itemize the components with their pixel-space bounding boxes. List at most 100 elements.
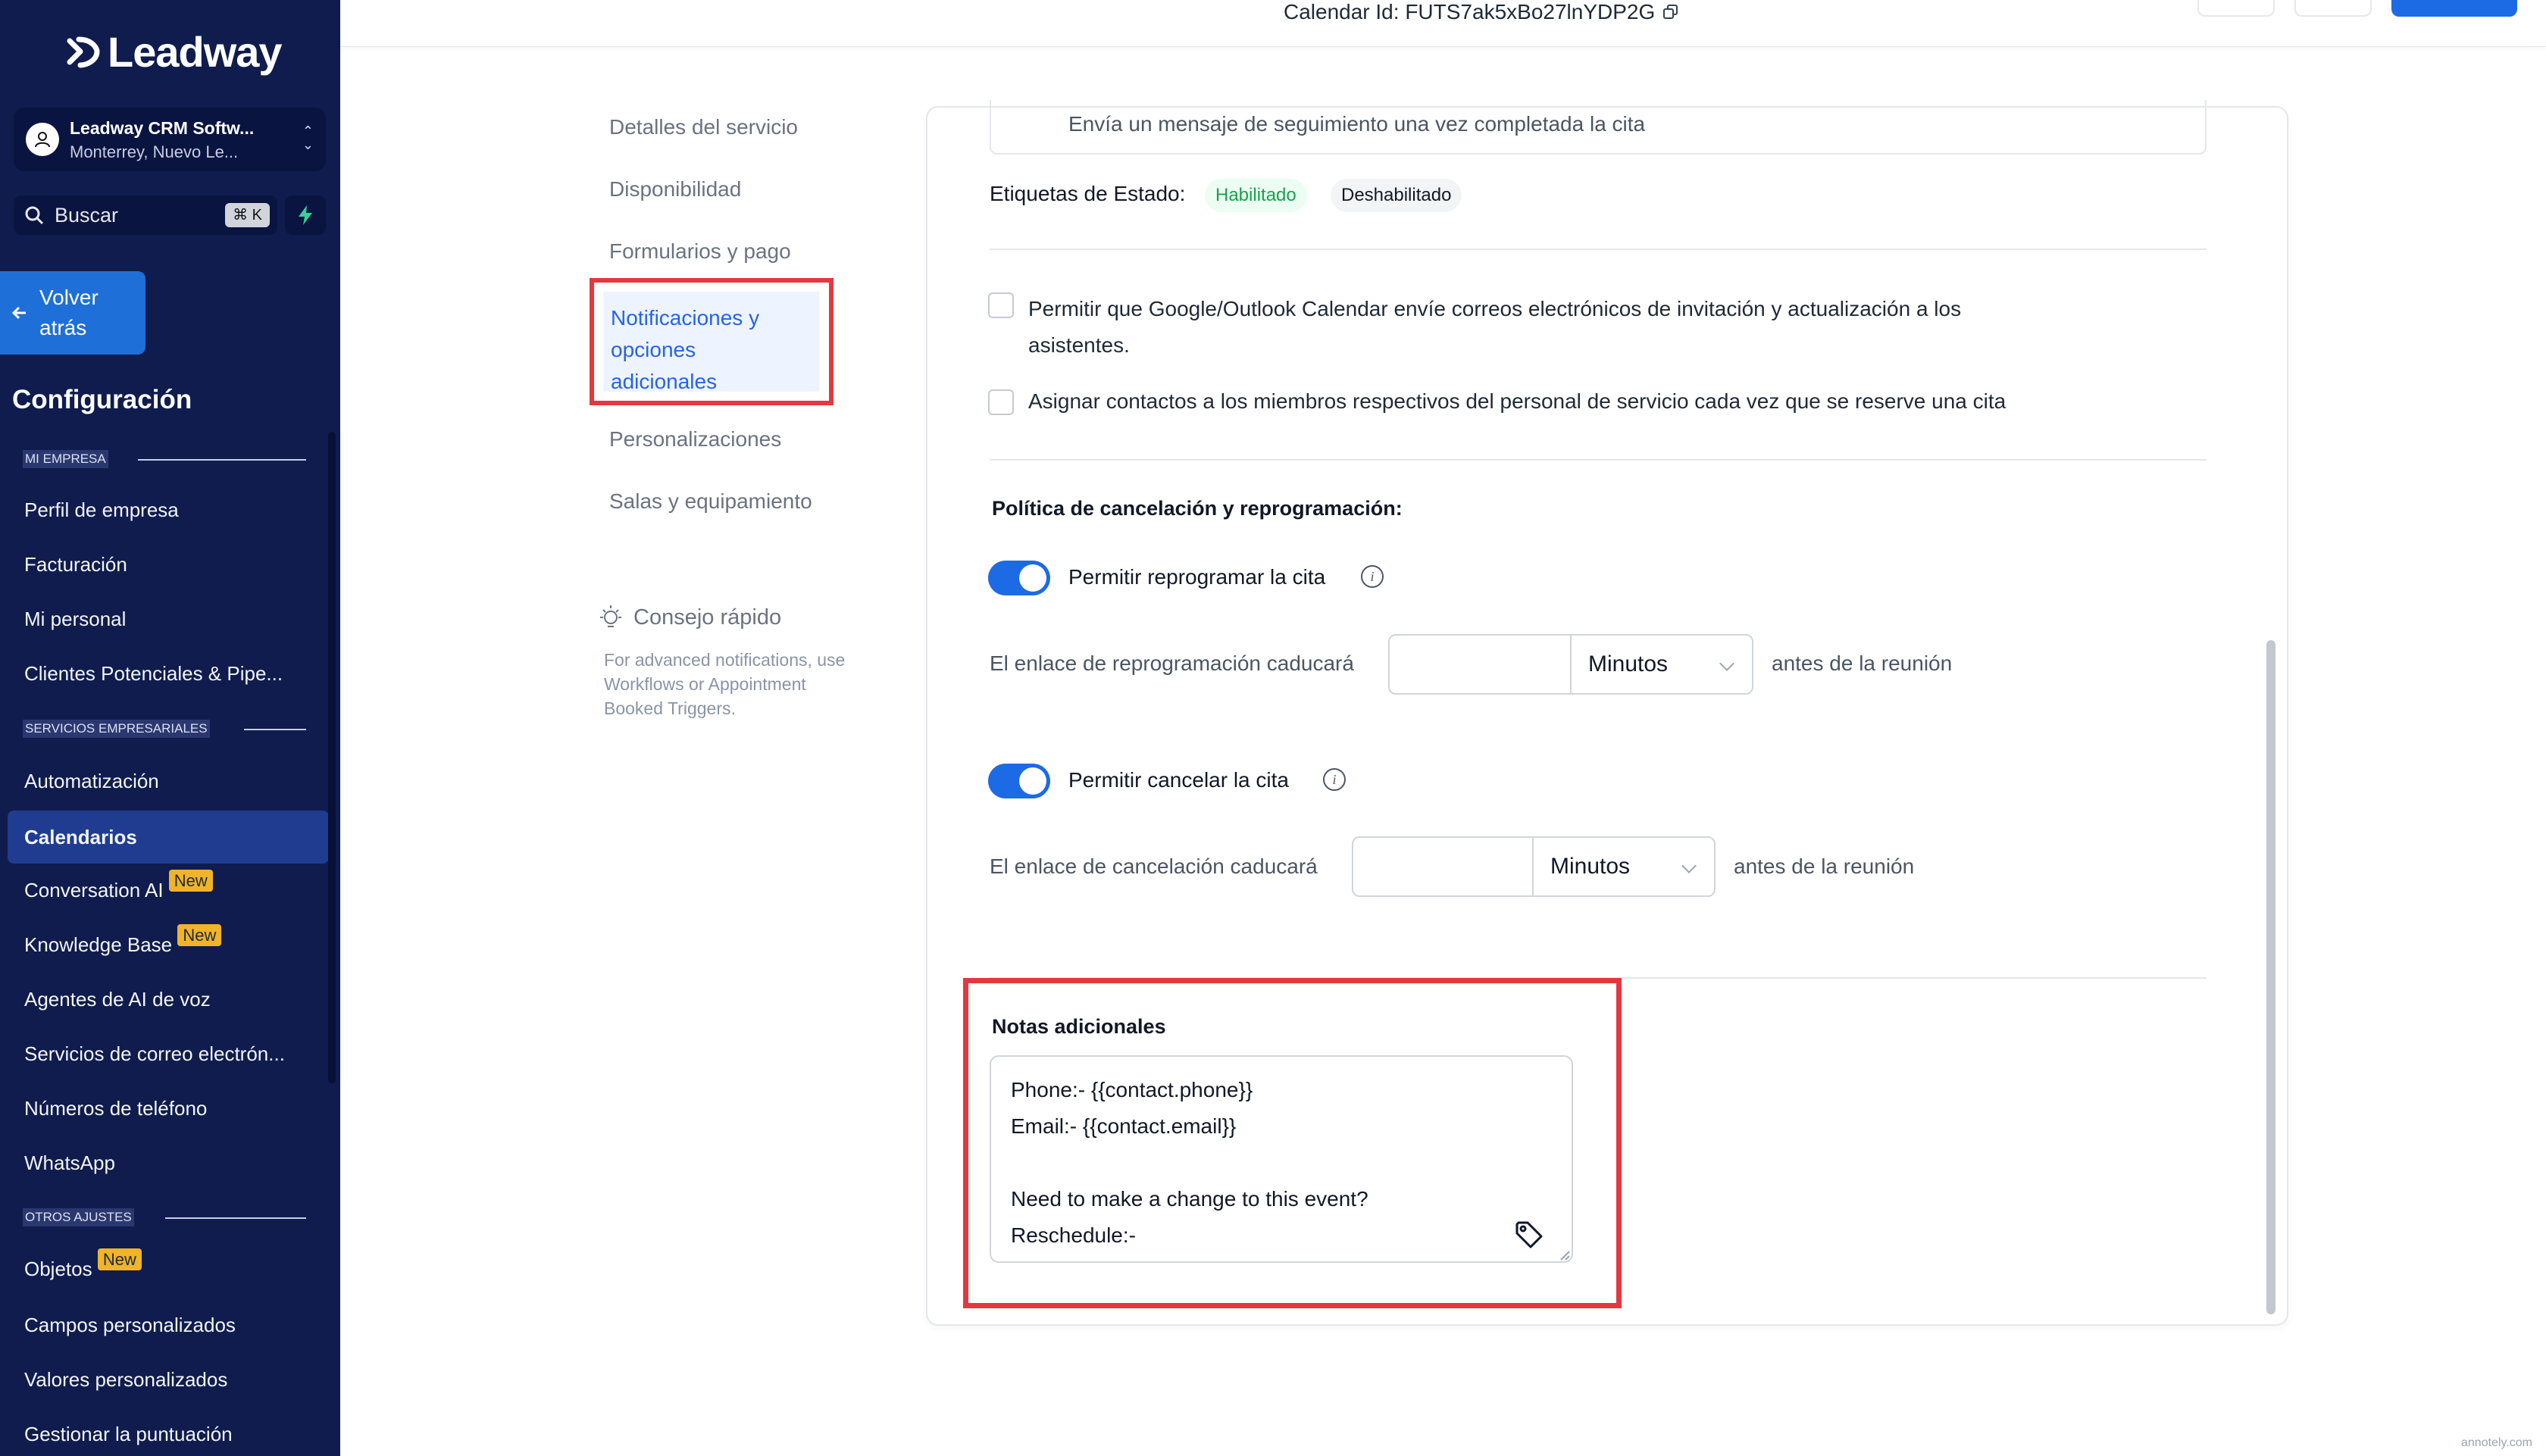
sidebar-item-gestionar-puntuacion[interactable]: Gestionar la puntuación bbox=[24, 1423, 233, 1446]
info-icon[interactable]: i bbox=[1361, 565, 1384, 588]
search-shortcut: ⌘ K bbox=[225, 203, 270, 227]
avatar bbox=[26, 123, 59, 156]
info-icon[interactable]: i bbox=[1323, 768, 1346, 791]
section-divider bbox=[244, 729, 306, 730]
back-label-1: Volver bbox=[39, 286, 99, 309]
sidebar-item-label: Conversation AI bbox=[24, 879, 164, 901]
reschedule-unit-value: Minutos bbox=[1588, 651, 1669, 676]
calendar-invite-label: Permitir que Google/Outlook Calendar env… bbox=[1028, 291, 1961, 364]
divider bbox=[990, 459, 2207, 461]
resize-handle-icon[interactable] bbox=[1559, 1250, 1570, 1261]
sidebar-item-knowledge-base[interactable]: Knowledge Base New bbox=[24, 924, 222, 957]
section-mi-empresa: MI EMPRESA bbox=[23, 450, 108, 468]
sidebar-item-calendarios[interactable]: Calendarios bbox=[8, 811, 329, 864]
subnav-detalles-servicio[interactable]: Detalles del servicio bbox=[609, 115, 798, 139]
sidebar-item-label: Knowledge Base bbox=[24, 933, 173, 956]
sidebar-item-clientes-potenciales[interactable]: Clientes Potenciales & Pipe... bbox=[24, 662, 283, 686]
calendar-invite-label-1: Permitir que Google/Outlook Calendar env… bbox=[1028, 297, 1962, 320]
sidebar-title: Configuración bbox=[12, 385, 192, 414]
sidebar-item-automatizacion[interactable]: Automatización bbox=[24, 770, 159, 793]
new-badge: New bbox=[177, 924, 222, 946]
toolbar-button-1[interactable] bbox=[2197, 0, 2275, 17]
cancel-unit-select[interactable]: Minutos bbox=[1532, 836, 1716, 897]
sidebar-item-label: Objetos bbox=[24, 1258, 92, 1280]
search-label: Buscar bbox=[55, 203, 119, 227]
assign-contacts-label: Asignar contactos a los miembros respect… bbox=[1028, 389, 2006, 413]
sidebar-item-facturacion[interactable]: Facturación bbox=[24, 553, 127, 576]
policy-title: Política de cancelación y reprogramación… bbox=[992, 497, 1403, 520]
cancel-expiry-input[interactable] bbox=[1352, 836, 1534, 897]
card-scrollbar[interactable] bbox=[2266, 640, 2275, 1314]
sidebar-item-conversation-ai[interactable]: Conversation AI New bbox=[24, 870, 213, 902]
toolbar-button-2[interactable] bbox=[2294, 0, 2372, 17]
assign-contacts-checkbox[interactable] bbox=[988, 389, 1014, 415]
calendar-invite-checkbox[interactable] bbox=[988, 292, 1014, 318]
cancel-suffix: antes de la reunión bbox=[1734, 855, 1915, 878]
cancel-unit-value: Minutos bbox=[1550, 854, 1631, 879]
section-divider bbox=[165, 1217, 306, 1219]
search-icon bbox=[25, 206, 44, 225]
subnav-personalizaciones[interactable]: Personalizaciones bbox=[609, 427, 781, 451]
cancel-toggle-label: Permitir cancelar la cita bbox=[1068, 768, 1289, 792]
status-tag-disabled: Deshabilitado bbox=[1331, 179, 1462, 212]
subnav-notificaciones[interactable]: Notificaciones y opciones adicionales bbox=[590, 278, 834, 405]
subnav-notificaciones-line-3: adicionales bbox=[611, 370, 718, 393]
account-name: Leadway CRM Softw... bbox=[70, 118, 255, 138]
sidebar-item-mi-personal[interactable]: Mi personal bbox=[24, 608, 126, 631]
new-badge: New bbox=[97, 1248, 142, 1270]
status-tag-enabled: Habilitado bbox=[1205, 179, 1307, 212]
brand-name: Leadway bbox=[108, 28, 283, 76]
divider bbox=[990, 248, 2207, 250]
sidebar-item-perfil-empresa[interactable]: Perfil de empresa bbox=[24, 498, 179, 522]
chevron-updown-icon: ⌃ ⌄ bbox=[302, 123, 314, 152]
notes-label: Notas adicionales bbox=[992, 1015, 1166, 1038]
account-switcher[interactable]: Leadway CRM Softw... Monterrey, Nuevo Le… bbox=[14, 108, 326, 171]
subnav-salas-equipamiento[interactable]: Salas y equipamiento bbox=[609, 489, 812, 514]
lightning-icon bbox=[299, 205, 312, 225]
calendar-id: Calendar Id: FUTS7ak5xBo27lnYDP2G bbox=[1284, 0, 1679, 24]
quick-tip: Consejo rápido bbox=[597, 604, 781, 631]
copy-icon[interactable] bbox=[1662, 4, 1679, 20]
sidebar-item-whatsapp[interactable]: WhatsApp bbox=[24, 1151, 115, 1175]
new-badge: New bbox=[168, 870, 213, 892]
reschedule-toggle[interactable] bbox=[988, 561, 1050, 595]
cancel-link-label: El enlace de cancelación caducará bbox=[990, 855, 1318, 878]
sidebar-item-valores-personalizados[interactable]: Valores personalizados bbox=[24, 1368, 227, 1392]
chevron-down-icon bbox=[1681, 858, 1697, 873]
section-otros-ajustes: OTROS AJUSTES bbox=[23, 1208, 134, 1226]
back-label-2: atrás bbox=[39, 316, 87, 339]
sidebar-item-objetos[interactable]: Objetos New bbox=[24, 1248, 142, 1281]
search-input[interactable]: Buscar ⌘ K bbox=[14, 195, 277, 235]
reschedule-toggle-label: Permitir reprogramar la cita bbox=[1068, 565, 1326, 589]
arrow-left-icon bbox=[11, 306, 26, 320]
sidebar-item-campos-personalizados[interactable]: Campos personalizados bbox=[24, 1314, 236, 1337]
subnav-disponibilidad[interactable]: Disponibilidad bbox=[609, 177, 741, 202]
section-servicios-empresariales: SERVICIOS EMPRESARIALES bbox=[23, 720, 210, 738]
leadway-logo-icon bbox=[67, 36, 100, 67]
reschedule-expiry-input[interactable] bbox=[1388, 634, 1572, 695]
quick-tip-title: Consejo rápido bbox=[633, 605, 782, 630]
subnav-notificaciones-line-1: Notificaciones y bbox=[611, 306, 760, 330]
tag-icon[interactable] bbox=[1514, 1220, 1544, 1250]
brand-logo[interactable]: Leadway bbox=[64, 27, 283, 77]
cancel-toggle[interactable] bbox=[988, 764, 1050, 798]
status-tags-label: Etiquetas de Estado: bbox=[990, 182, 1186, 205]
back-button[interactable]: Volver atrás bbox=[0, 271, 145, 355]
subnav-formularios-pago[interactable]: Formularios y pago bbox=[609, 239, 791, 264]
chevron-down-icon bbox=[1719, 656, 1734, 671]
account-location: Monterrey, Nuevo Le... bbox=[70, 142, 239, 161]
notes-textarea[interactable]: Phone:- {{contact.phone}} Email:- {{cont… bbox=[990, 1055, 1573, 1263]
quick-action-button[interactable] bbox=[285, 195, 326, 235]
reschedule-suffix: antes de la reunión bbox=[1772, 651, 1953, 675]
primary-action-button[interactable] bbox=[2391, 0, 2517, 17]
lightbulb-icon bbox=[600, 605, 621, 627]
sidebar-item-agentes-ai-voz[interactable]: Agentes de AI de voz bbox=[24, 988, 211, 1011]
sidebar-item-numeros-telefono[interactable]: Números de teléfono bbox=[24, 1097, 207, 1120]
sidebar-scrollbar[interactable] bbox=[328, 432, 336, 1083]
user-icon bbox=[35, 132, 50, 148]
followup-option-text: Envía un mensaje de seguimiento una vez … bbox=[1068, 112, 1646, 136]
subnav-notificaciones-line-2: opciones bbox=[611, 338, 696, 361]
calendar-invite-label-2: asistentes. bbox=[1028, 333, 1130, 357]
sidebar-item-correo[interactable]: Servicios de correo electrón... bbox=[24, 1042, 285, 1066]
reschedule-unit-select[interactable]: Minutos bbox=[1570, 634, 1753, 695]
